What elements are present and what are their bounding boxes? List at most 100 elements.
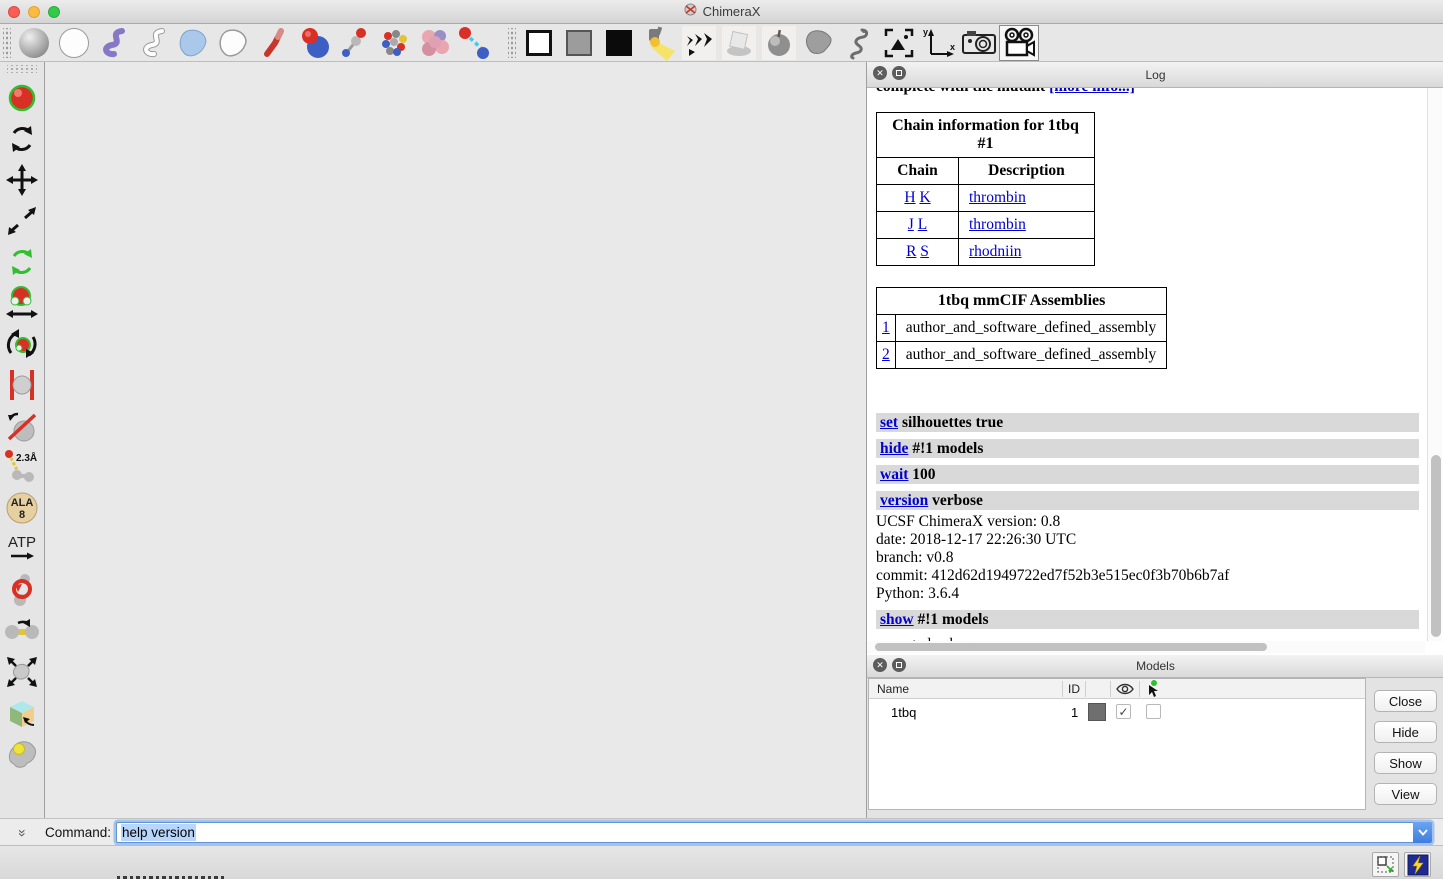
sphere-icon bbox=[19, 28, 49, 58]
model-row[interactable]: 1tbq 1 ✓ bbox=[869, 699, 1365, 725]
lighting-spotlight-button[interactable] bbox=[639, 25, 679, 61]
select-mode-button[interactable] bbox=[2, 77, 42, 118]
slash-sphere-icon bbox=[5, 409, 39, 443]
resize-graphics-button[interactable] bbox=[1372, 852, 1399, 877]
atoms-hide-style-button[interactable] bbox=[54, 25, 94, 61]
command-help-link[interactable]: show bbox=[880, 611, 914, 628]
chain-desc-link[interactable]: thrombin bbox=[969, 189, 1026, 206]
log-vscroll-thumb[interactable] bbox=[1431, 455, 1441, 637]
chain-link[interactable]: J bbox=[908, 216, 914, 233]
command-history-dropdown[interactable] bbox=[1413, 822, 1432, 843]
log-vertical-scrollbar[interactable] bbox=[1427, 88, 1442, 641]
assembly-link[interactable]: 2 bbox=[882, 346, 890, 363]
chain-desc-link[interactable]: rhodniin bbox=[969, 243, 1022, 260]
view-seahorse-button[interactable] bbox=[839, 25, 879, 61]
move-molecule-mode-button[interactable] bbox=[2, 651, 42, 692]
close-model-button[interactable]: Close bbox=[1374, 690, 1437, 712]
zone-mode-button[interactable] bbox=[2, 733, 42, 774]
show-model-button[interactable]: Show bbox=[1374, 752, 1437, 774]
background-white-button[interactable] bbox=[519, 25, 559, 61]
rotate-molecule-mode-button[interactable] bbox=[2, 323, 42, 364]
models-name-column[interactable]: Name bbox=[877, 682, 909, 696]
rotate-selected-mode-button[interactable] bbox=[2, 241, 42, 282]
models-undock-icon[interactable] bbox=[892, 658, 906, 672]
chain-link[interactable]: R bbox=[906, 243, 916, 260]
model-shown-checkbox[interactable]: ✓ bbox=[1116, 704, 1131, 719]
pivot-mode-button[interactable] bbox=[2, 364, 42, 405]
command-input[interactable]: help version bbox=[116, 822, 1432, 843]
show-surface-button[interactable] bbox=[174, 25, 214, 61]
zoom-window-button[interactable] bbox=[48, 6, 60, 18]
command-help-link[interactable]: version bbox=[880, 492, 928, 509]
bond-rotation-mode-button[interactable] bbox=[2, 569, 42, 610]
lighting-full-button[interactable] bbox=[759, 25, 799, 61]
translate-selected-mode-button[interactable] bbox=[2, 282, 42, 323]
model-color-swatch[interactable] bbox=[1088, 703, 1106, 721]
hbond-icon bbox=[457, 26, 491, 60]
command-help-link[interactable]: hide bbox=[880, 440, 908, 457]
stick-style-button[interactable] bbox=[254, 25, 294, 61]
chain-desc-link[interactable]: thrombin bbox=[969, 216, 1026, 233]
label-atom-mode-button[interactable]: ATP bbox=[2, 528, 42, 569]
log-close-icon[interactable]: ✕ bbox=[873, 66, 887, 80]
translate-mode-button[interactable] bbox=[2, 159, 42, 200]
hide-cartoon-button[interactable] bbox=[134, 25, 174, 61]
rotate-mode-button[interactable] bbox=[2, 118, 42, 159]
surface-cluster-button[interactable] bbox=[414, 25, 454, 61]
sidebar-drag-handle[interactable] bbox=[7, 65, 37, 73]
selected-column-cursor-icon[interactable] bbox=[1145, 680, 1159, 701]
chain-link[interactable]: L bbox=[918, 216, 927, 233]
hide-surface-button[interactable] bbox=[214, 25, 254, 61]
clip-mode-button[interactable] bbox=[2, 692, 42, 733]
axes-orient-button[interactable]: y x bbox=[919, 25, 959, 61]
models-table-header: Name ID bbox=[869, 679, 1365, 699]
close-window-button[interactable] bbox=[8, 6, 20, 18]
log-panel-header[interactable]: ✕ Log bbox=[867, 62, 1443, 88]
graphics-viewport[interactable] bbox=[46, 62, 866, 818]
command-help-link[interactable]: set bbox=[880, 414, 898, 431]
label-residue-mode-button[interactable]: ALA 8 bbox=[2, 487, 42, 528]
command-help-link[interactable]: wait bbox=[880, 466, 908, 483]
toolbar-drag-handle[interactable] bbox=[3, 28, 11, 58]
shown-column-eye-icon[interactable] bbox=[1116, 683, 1134, 698]
hbonds-button[interactable] bbox=[454, 25, 494, 61]
log-content[interactable]: complete with the mutant [more info...] … bbox=[867, 88, 1425, 641]
toolbar-drag-handle-2[interactable] bbox=[508, 28, 516, 58]
models-id-column[interactable]: ID bbox=[1068, 682, 1080, 696]
lighting-soft-button[interactable] bbox=[719, 25, 759, 61]
ball-stick-style-button[interactable] bbox=[334, 25, 374, 61]
frame-image-button[interactable] bbox=[879, 25, 919, 61]
delete-mode-button[interactable] bbox=[2, 405, 42, 446]
model-selected-checkbox[interactable] bbox=[1146, 704, 1161, 719]
log-undock-icon[interactable] bbox=[892, 66, 906, 80]
log-horizontal-scrollbar[interactable] bbox=[867, 641, 1425, 653]
pink-surface-icon bbox=[416, 26, 452, 60]
move-blob-icon bbox=[3, 653, 41, 691]
fast-mode-button[interactable] bbox=[1404, 852, 1431, 877]
snapshot-button[interactable] bbox=[959, 25, 999, 61]
zoom-mode-button[interactable] bbox=[2, 200, 42, 241]
lighting-silhouette-button[interactable] bbox=[679, 25, 719, 61]
chain-link[interactable]: S bbox=[920, 243, 929, 260]
models-panel-header[interactable]: ✕ Models bbox=[867, 655, 1443, 678]
atoms-sphere-style-button[interactable] bbox=[14, 25, 54, 61]
show-cartoon-button[interactable] bbox=[94, 25, 134, 61]
collapse-toolbar-chevron-icon[interactable]: » bbox=[0, 824, 45, 840]
chain-link[interactable]: H bbox=[904, 189, 915, 206]
lighting-flat-button[interactable] bbox=[799, 25, 839, 61]
distance-mode-button[interactable]: 2.3Å bbox=[2, 446, 42, 487]
assembly-link[interactable]: 1 bbox=[882, 319, 890, 336]
view-model-button[interactable]: View bbox=[1374, 783, 1437, 805]
sphere-style-button[interactable] bbox=[294, 25, 334, 61]
hide-model-button[interactable]: Hide bbox=[1374, 721, 1437, 743]
chain-link[interactable]: K bbox=[919, 189, 930, 206]
minimize-window-button[interactable] bbox=[28, 6, 40, 18]
show-atoms-button[interactable] bbox=[374, 25, 414, 61]
log-clipped-link[interactable]: [more info...] bbox=[1049, 88, 1135, 95]
torsion-mode-button[interactable] bbox=[2, 610, 42, 651]
models-close-icon[interactable]: ✕ bbox=[873, 658, 887, 672]
background-gray-button[interactable] bbox=[559, 25, 599, 61]
background-black-button[interactable] bbox=[599, 25, 639, 61]
record-movie-button[interactable] bbox=[999, 25, 1039, 61]
log-hscroll-thumb[interactable] bbox=[875, 643, 1267, 651]
